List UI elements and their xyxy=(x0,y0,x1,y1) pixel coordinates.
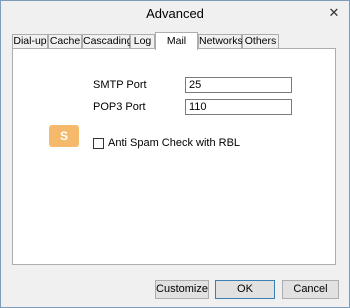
tab-mail[interactable]: Mail xyxy=(155,32,198,50)
tab-dial-up[interactable]: Dial-up xyxy=(12,34,48,49)
tab-networks[interactable]: Networks xyxy=(198,34,243,49)
tab-cache[interactable]: Cache xyxy=(48,34,82,49)
window-title: Advanced xyxy=(146,6,204,21)
tab-log[interactable]: Log xyxy=(130,34,155,49)
close-button[interactable]: ✕ xyxy=(325,4,343,22)
pop3-port-field[interactable]: 110 xyxy=(185,99,292,115)
antispam-label: Anti Spam Check with RBL xyxy=(108,137,241,149)
title-bar: Advanced ✕ xyxy=(1,1,349,27)
smtp-port-label: SMTP Port xyxy=(93,79,147,91)
close-icon: ✕ xyxy=(328,5,340,20)
customize-button[interactable]: Customize xyxy=(155,280,209,299)
tab-cascading[interactable]: Cascading xyxy=(82,34,133,49)
ok-button[interactable]: OK xyxy=(215,280,275,299)
antispam-checkbox[interactable] xyxy=(93,138,104,149)
watermark-logo-icon: S xyxy=(49,125,79,147)
smtp-port-field[interactable]: 25 xyxy=(185,77,292,93)
advanced-dialog: Advanced ✕ Dial-up Cache Cascading Log M… xyxy=(0,0,350,308)
cancel-button[interactable]: Cancel xyxy=(282,280,339,299)
mail-tab-panel: S SMTP Port 25 POP3 Port 110 Anti Spam C… xyxy=(12,48,336,265)
tab-others[interactable]: Others xyxy=(242,34,279,49)
pop3-port-label: POP3 Port xyxy=(93,101,146,113)
